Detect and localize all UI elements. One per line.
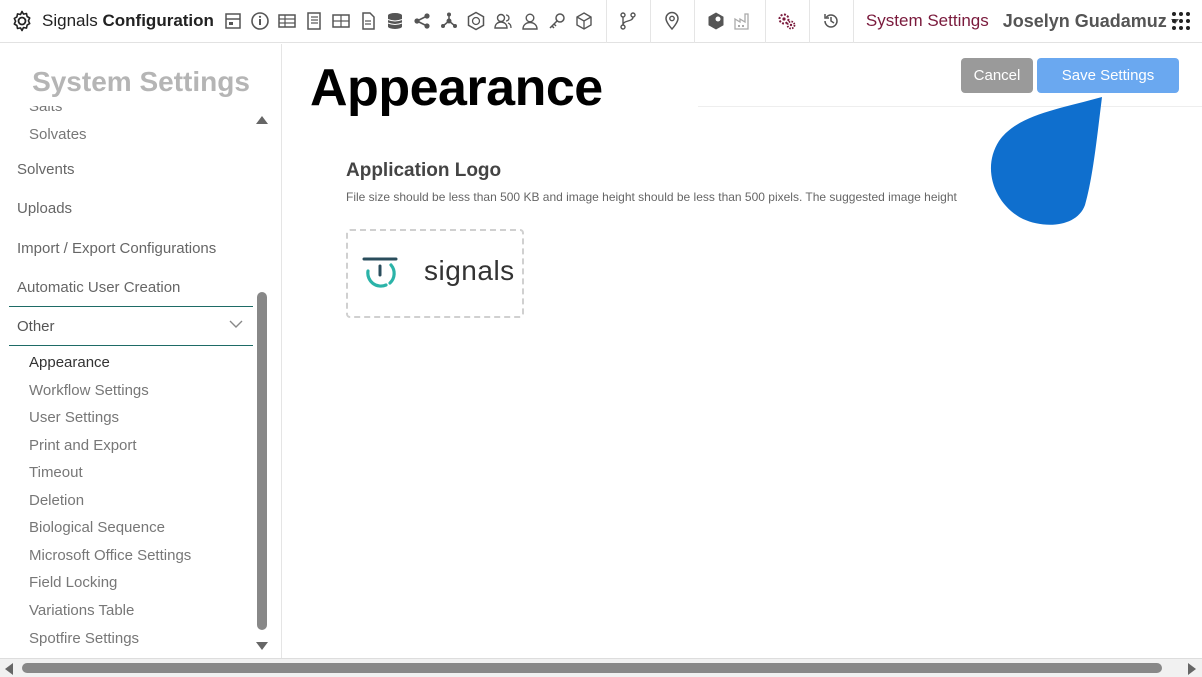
brand[interactable]: Signals Configuration [0,0,220,43]
location-pin-icon[interactable] [661,10,683,32]
sidebar-item-biological-sequence[interactable]: Biological Sequence [29,519,165,536]
user-icon[interactable] [519,10,541,32]
sidebar-item-deletion[interactable]: Deletion [29,492,84,509]
cursor-marker-icon [990,97,1102,225]
database-icon[interactable] [384,10,406,32]
app-title: Signals Configuration [42,11,214,31]
dashboard-icon[interactable] [222,10,244,32]
info-icon[interactable] [249,10,271,32]
brand-bold: Configuration [102,11,214,30]
user-menu[interactable]: Joselyn Guadamuz [1003,11,1179,32]
sidebar-item-automatic-user-creation[interactable]: Automatic User Creation [17,279,180,296]
top-navbar: Signals Configuration System Settings Jo… [0,0,1202,43]
gear-icon [10,9,34,33]
scroll-left-arrow-icon[interactable] [5,663,13,675]
sidebar-group-other[interactable]: Other [9,306,253,346]
signals-logo-icon [362,257,398,288]
sidebar-item-uploads[interactable]: Uploads [17,200,72,217]
chevron-down-icon [229,320,243,328]
sidebar-item-spotfire-settings[interactable]: Spotfire Settings [29,630,139,647]
horizontal-scrollbar-thumb[interactable] [22,663,1162,673]
cube-icon[interactable] [573,10,595,32]
sidebar-group-label: Other [17,318,55,335]
hexagon-shield-icon[interactable] [705,10,727,32]
document-icon[interactable] [357,10,379,32]
sidebar: System Settings Salts Solvates Solvents … [0,44,282,658]
sidebar-item-microsoft-office[interactable]: Microsoft Office Settings [29,547,191,564]
header-divider [698,106,1202,107]
sidebar-scrollbar[interactable] [255,108,269,658]
sidebar-item-variations-table[interactable]: Variations Table [29,602,134,619]
workflow-icon[interactable] [617,10,639,32]
sidebar-item-appearance[interactable]: Appearance [29,354,110,371]
hexagon-badge-icon[interactable] [465,10,487,32]
factory-icon[interactable] [732,10,754,32]
sidebar-title: System Settings [32,66,250,97]
brand-light: Signals [42,11,98,30]
user-name: Joselyn Guadamuz [1002,10,1167,31]
toolbar-separator [605,0,607,43]
system-settings-link[interactable]: System Settings [866,11,989,31]
save-settings-button[interactable]: Save Settings [1037,58,1179,93]
section-title: Application Logo [346,160,502,181]
table-icon[interactable] [276,10,298,32]
scroll-down-arrow-icon[interactable] [256,642,268,650]
history-icon[interactable] [820,10,842,32]
toolbar-separator [693,0,695,43]
logo-wordmark: signals [424,255,515,286]
sidebar-item-user-settings[interactable]: User Settings [29,409,119,426]
section-description: File size should be less than 500 KB and… [346,190,957,204]
scroll-right-arrow-icon[interactable] [1188,663,1196,675]
page-title: Appearance [310,59,603,117]
cancel-button[interactable]: Cancel [961,58,1033,93]
molecule-icon[interactable] [438,10,460,32]
share-icon[interactable] [411,10,433,32]
logo-upload-dropzone[interactable]: signals [346,229,524,318]
toolbar-separator [764,0,766,43]
apps-grid-icon[interactable] [1170,10,1192,32]
main-content: Appearance Cancel Save Settings Applicat… [298,44,1202,658]
toolbar-separator [649,0,651,43]
sidebar-item-solvates[interactable]: Solvates [29,126,87,143]
horizontal-scrollbar[interactable] [0,658,1202,677]
sidebar-item-print-export[interactable]: Print and Export [29,437,137,454]
toolbar-icons [220,0,598,43]
sidebar-item-workflow-settings[interactable]: Workflow Settings [29,382,149,399]
toolbar-separator [852,0,854,43]
notebook-icon[interactable] [303,10,325,32]
sidebar-item-import-export[interactable]: Import / Export Configurations [17,240,216,257]
key-icon[interactable] [546,10,568,32]
scroll-up-arrow-icon[interactable] [256,116,268,124]
sidebar-item-solvents[interactable]: Solvents [17,161,75,178]
sidebar-item-salts[interactable]: Salts [29,106,62,115]
scrollbar-thumb[interactable] [257,292,267,630]
grid-table-icon[interactable] [330,10,352,32]
system-settings-gears-icon[interactable] [776,10,798,32]
toolbar-separator [808,0,810,43]
users-icon[interactable] [492,10,514,32]
sidebar-item-timeout[interactable]: Timeout [29,464,83,481]
sidebar-item-field-locking[interactable]: Field Locking [29,574,117,591]
